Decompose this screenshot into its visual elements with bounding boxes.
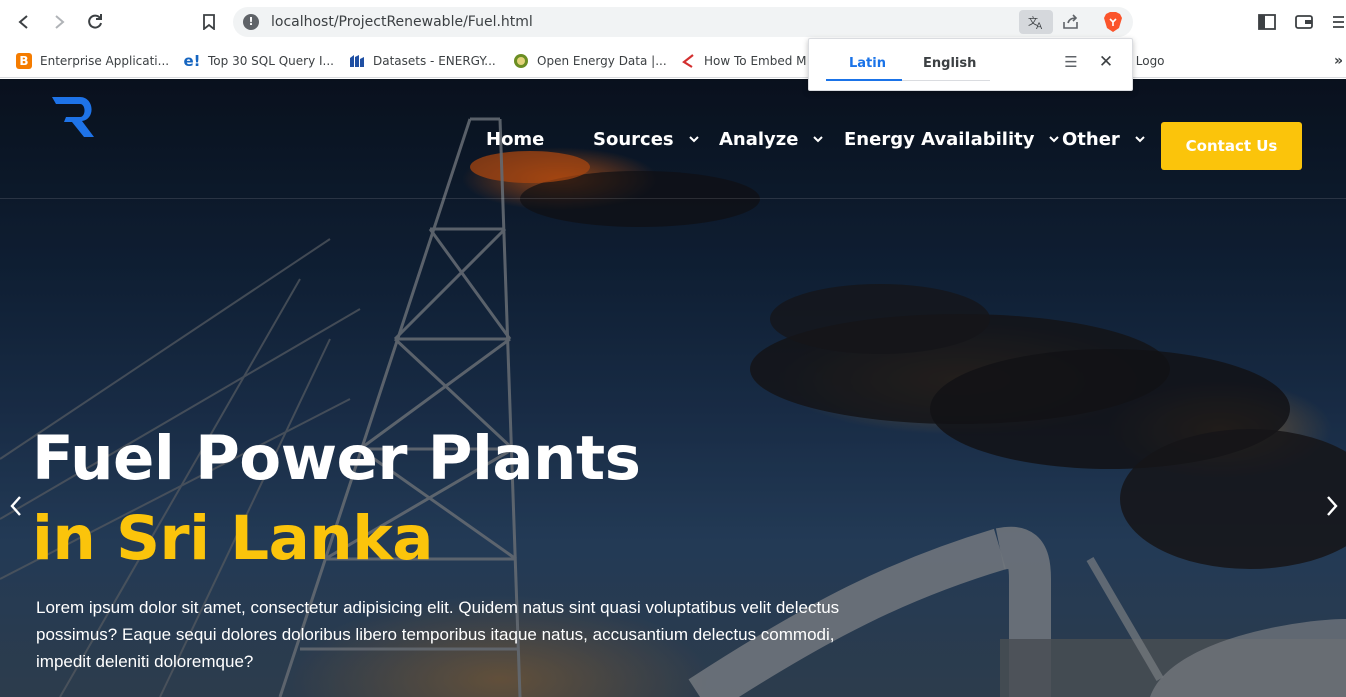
tab-divider bbox=[902, 80, 990, 81]
nav-home-label: Home bbox=[486, 128, 545, 150]
browser-menu-button[interactable] bbox=[1330, 10, 1346, 34]
reload-icon bbox=[88, 14, 102, 29]
address-bar[interactable]: ! localhost/ProjectRenewable/Fuel.html 文… bbox=[233, 7, 1133, 37]
brave-lion-icon bbox=[1104, 12, 1122, 32]
hero-section: Home Sources Analyze Energy Availability… bbox=[0, 79, 1346, 697]
active-tab-indicator bbox=[826, 79, 902, 81]
nav-energy-availability[interactable]: Energy Availability bbox=[844, 127, 1060, 151]
nav-analyze-label: Analyze bbox=[719, 128, 799, 150]
forward-button[interactable] bbox=[47, 10, 71, 34]
back-button[interactable] bbox=[12, 10, 36, 34]
chevron-down-icon bbox=[1049, 136, 1060, 143]
bookmark-label: Top 30 SQL Query I... bbox=[208, 54, 334, 68]
contact-us-button[interactable]: Contact Us bbox=[1161, 122, 1302, 170]
nav-analyze[interactable]: Analyze bbox=[719, 127, 824, 151]
chevron-right-icon bbox=[1327, 496, 1338, 516]
chevron-down-icon bbox=[1135, 136, 1145, 143]
nav-other-label: Other bbox=[1062, 128, 1120, 150]
doe-seal-icon bbox=[513, 53, 529, 69]
reload-button[interactable] bbox=[83, 10, 107, 34]
sidebar-button[interactable] bbox=[1255, 10, 1279, 34]
bookmark-enterprise[interactable]: B Enterprise Applicati... bbox=[16, 50, 169, 72]
bookmark-sql[interactable]: e! Top 30 SQL Query I... bbox=[184, 50, 334, 72]
tab-english[interactable]: English bbox=[923, 56, 976, 71]
share-button[interactable] bbox=[1059, 10, 1083, 34]
nav-energy-availability-label: Energy Availability bbox=[844, 128, 1035, 150]
carousel-next-button[interactable] bbox=[1322, 493, 1342, 519]
more-bookmarks-button[interactable]: » bbox=[1334, 50, 1343, 72]
nav-sources-label: Sources bbox=[593, 128, 674, 150]
menu-icon bbox=[1333, 16, 1344, 28]
bookmark-icon bbox=[203, 14, 215, 30]
translate-popup: Latin English ☰ ✕ bbox=[808, 38, 1133, 91]
wallet-button[interactable] bbox=[1292, 10, 1316, 34]
nav-other[interactable]: Other bbox=[1062, 127, 1146, 151]
hero-title-line1: Fuel Power Plants bbox=[32, 423, 641, 494]
sidebar-icon bbox=[1258, 14, 1276, 30]
bookmark-open-energy[interactable]: Open Energy Data |... bbox=[513, 50, 667, 72]
carousel-prev-button[interactable] bbox=[6, 493, 26, 519]
browser-toolbar: ! localhost/ProjectRenewable/Fuel.html 文… bbox=[0, 0, 1346, 44]
site-info-icon[interactable]: ! bbox=[243, 14, 259, 30]
energy-data-icon bbox=[349, 53, 365, 69]
bookmark-label: Datasets - ENERGY... bbox=[373, 54, 496, 68]
url-text[interactable]: localhost/ProjectRenewable/Fuel.html bbox=[271, 14, 533, 30]
translate-button[interactable]: 文A bbox=[1019, 10, 1053, 34]
translate-icon: 文A bbox=[1028, 15, 1043, 30]
close-icon[interactable]: ✕ bbox=[1097, 53, 1115, 71]
chevron-left-icon bbox=[10, 496, 21, 516]
bookmark-label: Enterprise Applicati... bbox=[40, 54, 170, 68]
translate-options-icon[interactable]: ☰ bbox=[1062, 53, 1080, 71]
nav-home[interactable]: Home bbox=[486, 127, 544, 151]
share-icon bbox=[1063, 14, 1078, 29]
bookmarks-bar: B Enterprise Applicati... e! Top 30 SQL … bbox=[0, 44, 1346, 78]
site-header: Home Sources Analyze Energy Availability… bbox=[0, 79, 1346, 199]
nav-sources[interactable]: Sources bbox=[593, 127, 700, 151]
logo-r-icon[interactable] bbox=[50, 95, 100, 141]
chevron-down-icon bbox=[688, 136, 699, 143]
blogger-icon: B bbox=[16, 53, 32, 69]
tab-latin[interactable]: Latin bbox=[849, 56, 886, 71]
hero-description: Lorem ipsum dolor sit amet, consectetur … bbox=[36, 598, 840, 671]
brave-shields-button[interactable] bbox=[1101, 10, 1125, 34]
back-arrow-icon bbox=[18, 15, 28, 29]
hero-title-line2: in Sri Lanka bbox=[32, 503, 433, 574]
bookmark-how-to-embed[interactable]: How To Embed M bbox=[680, 50, 807, 72]
wallet-icon bbox=[1295, 15, 1313, 29]
bookmark-datasets[interactable]: Datasets - ENERGY... bbox=[349, 50, 496, 72]
edureka-icon: e! bbox=[183, 52, 201, 70]
bookmark-page-button[interactable] bbox=[197, 10, 221, 34]
svg-text:A: A bbox=[1036, 22, 1043, 30]
chevron-down-icon bbox=[813, 136, 824, 143]
how-to-icon bbox=[680, 53, 696, 69]
forward-arrow-icon bbox=[55, 15, 65, 29]
bookmark-label: How To Embed M bbox=[704, 54, 807, 68]
bookmark-label: Open Energy Data |... bbox=[537, 54, 667, 68]
